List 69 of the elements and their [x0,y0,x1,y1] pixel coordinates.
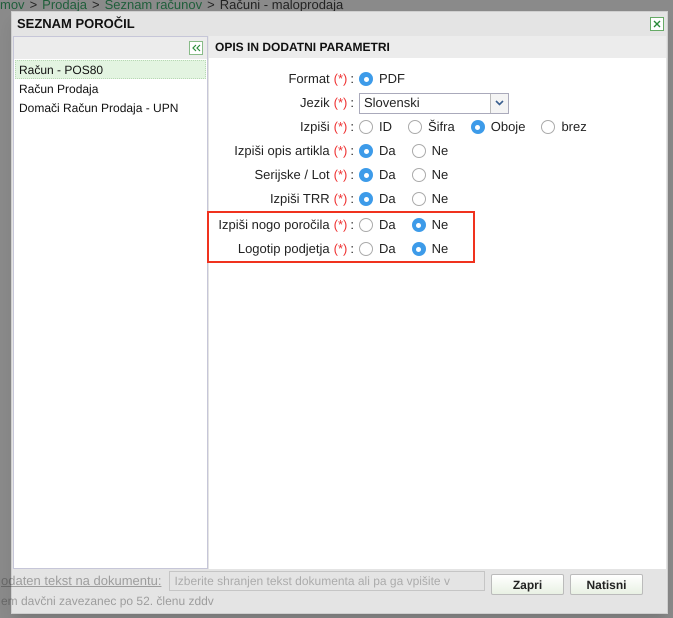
field-label: Izpiši opis artikla [234,142,330,160]
option-label: Ne [432,190,448,208]
report-item[interactable]: Račun - POS80 [15,60,206,79]
field-label: Jezik [300,94,330,112]
breadcrumb-separator: > [30,0,38,11]
field-label: Logotip podjetja [238,240,330,258]
option-label: brez [561,118,587,136]
report-item[interactable]: Račun Prodaja [15,79,206,98]
colon: : [350,216,354,234]
required-mark: (*) [334,94,348,112]
field-label: Format [288,70,330,88]
colon: : [350,240,354,258]
colon: : [350,70,354,88]
option-label: Da [379,240,396,258]
required-mark: (*) [334,142,348,160]
option-label: Šifra [428,118,455,136]
radio-button[interactable] [408,120,422,134]
language-select[interactable]: Slovenski [359,92,509,114]
colon: : [350,94,354,112]
option-label: Ne [432,240,448,258]
required-mark: (*) [334,70,348,88]
radio-button[interactable] [359,120,373,134]
close-button[interactable] [650,17,664,31]
radio-button[interactable] [359,218,373,232]
collapse-button[interactable] [189,41,203,55]
field-label: Serijske / Lot [254,166,330,184]
colon: : [350,142,354,160]
option-label: Oboje [490,118,526,136]
option-label: PDF [379,70,405,88]
option-label: Ne [432,166,448,184]
option-label: Da [379,142,396,160]
close-icon [653,20,661,28]
dialog-title: SEZNAM POROČIL [17,15,135,34]
option-label: Da [379,166,396,184]
breadcrumb-separator: > [92,0,100,11]
double-chevron-left-icon [192,44,200,52]
field-label: Izpiši [300,118,330,136]
colon: : [350,190,354,208]
colon: : [350,118,354,136]
required-mark: (*) [334,216,348,234]
radio-button[interactable] [359,192,373,206]
dialog-button[interactable]: Zapri [491,574,564,595]
required-mark: (*) [334,166,348,184]
required-mark: (*) [334,190,348,208]
required-mark: (*) [334,240,348,258]
radio-button[interactable] [359,72,373,86]
colon: : [350,166,354,184]
radio-button[interactable] [412,192,426,206]
option-label: Da [379,216,396,234]
report-item[interactable]: Domači Račun Prodaja - UPN [15,98,206,117]
radio-button[interactable] [470,120,485,134]
field-label: Izpiši TRR [270,190,330,208]
option-label: Da [379,190,396,208]
radio-button[interactable] [412,144,426,158]
field-label: Izpiši nogo poročila [218,216,330,234]
option-label: ID [379,118,392,136]
breadcrumb-separator: > [207,0,215,11]
radio-button[interactable] [359,168,373,182]
dialog-button[interactable]: Natisni [570,574,643,595]
radio-button[interactable] [412,218,426,232]
radio-button[interactable] [541,120,556,134]
option-label: Ne [432,142,448,160]
radio-button[interactable] [359,242,373,256]
panel-title: OPIS IN DODATNI PARAMETRI [215,39,390,56]
option-label: Ne [432,216,448,234]
radio-button[interactable] [412,242,426,256]
required-mark: (*) [334,118,348,136]
radio-button[interactable] [412,168,426,182]
radio-button[interactable] [359,144,373,158]
